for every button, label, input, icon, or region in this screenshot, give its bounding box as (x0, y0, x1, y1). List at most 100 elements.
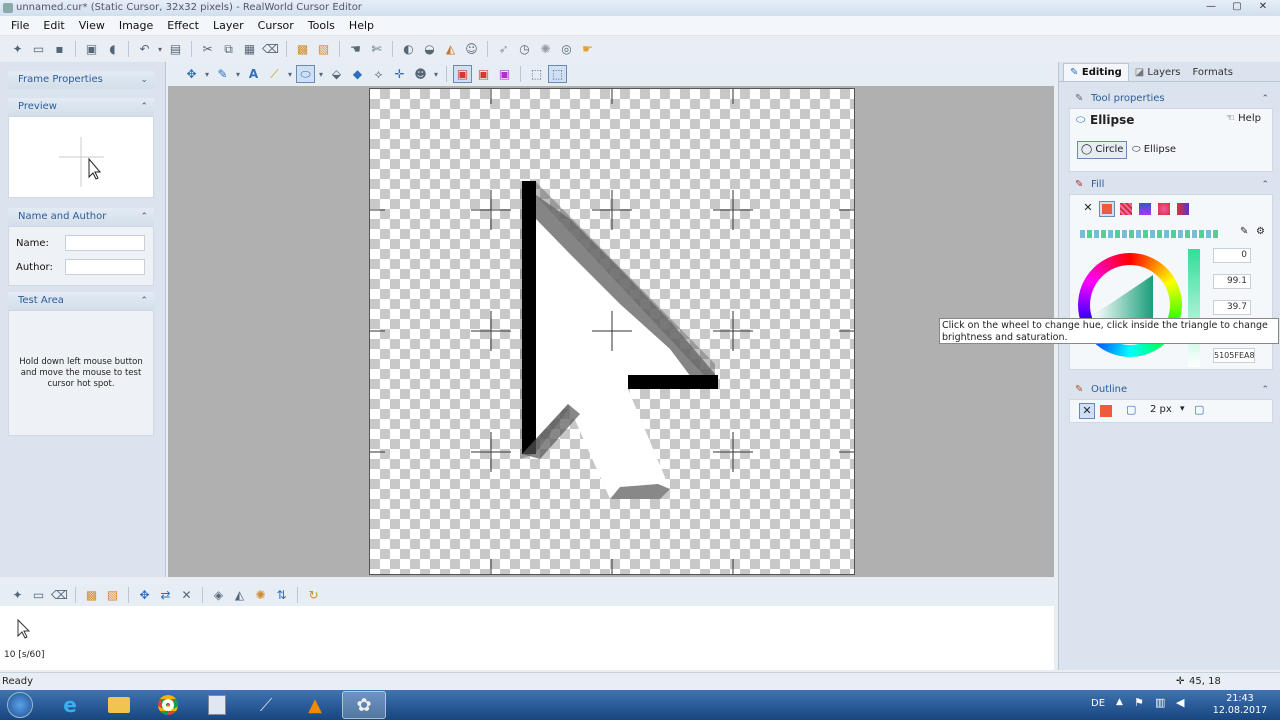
dropdown-arrow-icon[interactable]: ▾ (156, 40, 164, 58)
start-button[interactable] (0, 691, 40, 719)
shape-outline-icon[interactable]: ▢ (1126, 403, 1136, 416)
taskbar-vlc[interactable]: ▲ (293, 691, 337, 719)
collapse-chevron-icon[interactable]: ⌃ (1261, 176, 1269, 194)
blend-mode-2-icon[interactable]: ▣ (474, 65, 493, 83)
save-icon[interactable]: ▪ (50, 40, 69, 58)
menu-effect[interactable]: Effect (160, 19, 206, 32)
ellipse-option[interactable]: ⬭ Ellipse (1132, 141, 1176, 159)
undo-icon[interactable]: ↶ (135, 40, 154, 58)
select-tool-icon[interactable]: ⬚ (527, 65, 546, 83)
tab-editing[interactable]: ✎ Editing (1063, 63, 1129, 81)
dropdown-arrow-icon[interactable]: ▾ (432, 65, 440, 83)
dropdown-arrow-icon[interactable]: ▾ (234, 65, 242, 83)
paste-icon[interactable]: ▦ (240, 40, 259, 58)
flag-icon[interactable]: ⚑ (1134, 696, 1144, 709)
cursor-canvas[interactable] (369, 88, 855, 575)
filter-icon[interactable]: ◒ (420, 40, 439, 58)
menu-layer[interactable]: Layer (206, 19, 251, 32)
swatch-strip[interactable] (1080, 230, 1220, 238)
effect-2-icon[interactable]: ◭ (230, 586, 249, 604)
frame-thumbnail[interactable] (14, 618, 34, 640)
hand-pointer-icon[interactable]: ☛ (578, 40, 597, 58)
select-all-icon[interactable]: ⬚ (548, 65, 567, 83)
new-frame-icon[interactable]: ✦ (8, 586, 27, 604)
remove-icon[interactable]: ✕ (177, 586, 196, 604)
tab-formats[interactable]: Formats (1187, 64, 1239, 81)
collapse-chevron-icon[interactable]: ⌃ (140, 208, 148, 226)
taskbar-ie[interactable]: e (48, 691, 92, 719)
name-author-header[interactable]: Name and Author ⌃ (8, 208, 154, 226)
contrast-icon[interactable]: ◐ (399, 40, 418, 58)
menu-tools[interactable]: Tools (301, 19, 342, 32)
hand-icon[interactable]: ☚ (346, 40, 365, 58)
dropdown-arrow-icon[interactable]: ▾ (317, 65, 325, 83)
hex-color-value[interactable]: 5105FEA8 (1213, 348, 1255, 363)
test-area-box[interactable]: Hold down left mouse button and move the… (8, 310, 154, 436)
brush-effect-icon[interactable]: ◭ (441, 40, 460, 58)
hue-input[interactable]: 0 (1213, 248, 1251, 263)
collapse-chevron-icon[interactable]: ⌃ (140, 98, 148, 116)
test-area-header[interactable]: Test Area ⌃ (8, 292, 154, 310)
opacity-slider[interactable] (1188, 249, 1200, 367)
settings-icon[interactable]: ⚙ (1256, 226, 1265, 237)
taskbar-tool[interactable]: ⟋ (244, 691, 288, 719)
menu-file[interactable]: File (4, 19, 36, 32)
minimize-button[interactable]: — (1198, 0, 1224, 15)
menu-cursor[interactable]: Cursor (251, 19, 301, 32)
insert-frame-icon[interactable]: ▭ (29, 586, 48, 604)
language-indicator[interactable]: DE (1091, 698, 1105, 709)
drop-tool-icon[interactable]: ◆ (348, 65, 367, 83)
busy-icon[interactable]: ✺ (536, 40, 555, 58)
paste-frame-icon[interactable]: ▧ (103, 586, 122, 604)
stamp-icon[interactable]: ☻ (411, 65, 430, 83)
name-field[interactable] (65, 235, 145, 251)
globe-icon[interactable]: ◎ (557, 40, 576, 58)
menu-image[interactable]: Image (112, 19, 160, 32)
taskbar-explorer[interactable] (97, 691, 141, 719)
clear-icon[interactable]: ⌫ (261, 40, 280, 58)
network-icon[interactable]: ▥ (1155, 696, 1165, 709)
menu-view[interactable]: View (72, 19, 112, 32)
taskbar-cursor-editor[interactable]: ✿ (342, 691, 386, 719)
ellipse-tool-icon[interactable]: ⬭ (296, 65, 315, 83)
scissors-tool-icon[interactable]: ✄ (367, 40, 386, 58)
reverse-icon[interactable]: ⇅ (272, 586, 291, 604)
dropdown-arrow-icon[interactable]: ▾ (1180, 404, 1185, 414)
layer-copy-icon[interactable]: ▩ (293, 40, 312, 58)
blend-mode-3-icon[interactable]: ▣ (495, 65, 514, 83)
move-left-icon[interactable]: ✥ (135, 586, 154, 604)
pencil-tool-icon[interactable]: ✎ (213, 65, 232, 83)
frame-properties-header[interactable]: Frame Properties ⌄ (8, 71, 154, 89)
fill-tool-icon[interactable]: ⬙ (327, 65, 346, 83)
collapse-chevron-icon[interactable]: ⌃ (1261, 90, 1269, 108)
pattern-fill-icon[interactable] (1175, 201, 1191, 217)
taskbar-app-window[interactable] (195, 691, 239, 719)
effect-1-icon[interactable]: ◈ (209, 586, 228, 604)
pointer-icon[interactable]: ➶ (494, 40, 513, 58)
print-icon[interactable]: ▤ (166, 40, 185, 58)
menu-edit[interactable]: Edit (36, 19, 71, 32)
copy-frame-icon[interactable]: ▩ (82, 586, 101, 604)
move-right-icon[interactable]: ⇄ (156, 586, 175, 604)
collapse-chevron-icon[interactable]: ⌃ (1261, 381, 1269, 399)
cut-icon[interactable]: ✂ (198, 40, 217, 58)
play-icon[interactable]: ↻ (304, 586, 323, 604)
outline-width[interactable]: 2 px (1150, 404, 1172, 415)
volume-icon[interactable]: ◀ (1176, 696, 1184, 709)
layer-paste-icon[interactable]: ▧ (314, 40, 333, 58)
taskbar-chrome[interactable] (146, 691, 190, 719)
gradient-fill-icon[interactable] (1137, 201, 1153, 217)
hatch-fill-icon[interactable] (1118, 201, 1134, 217)
crosshair-icon[interactable]: ✛ (390, 65, 409, 83)
radial-fill-icon[interactable] (1156, 201, 1172, 217)
tool-properties-header[interactable]: ✎ Tool properties ⌃ (1069, 90, 1273, 108)
delete-frame-icon[interactable]: ⌫ (50, 586, 69, 604)
import-icon[interactable]: ▣ (82, 40, 101, 58)
author-field[interactable] (65, 259, 145, 275)
preview-header[interactable]: Preview ⌃ (8, 98, 154, 116)
timing-icon[interactable]: ✺ (251, 586, 270, 604)
tray-arrow-icon[interactable]: ▲ (1116, 697, 1123, 707)
brightness-input[interactable]: 39.7 (1213, 300, 1251, 315)
clock-icon[interactable]: ◷ (515, 40, 534, 58)
sound-icon[interactable]: ◖ (103, 40, 122, 58)
